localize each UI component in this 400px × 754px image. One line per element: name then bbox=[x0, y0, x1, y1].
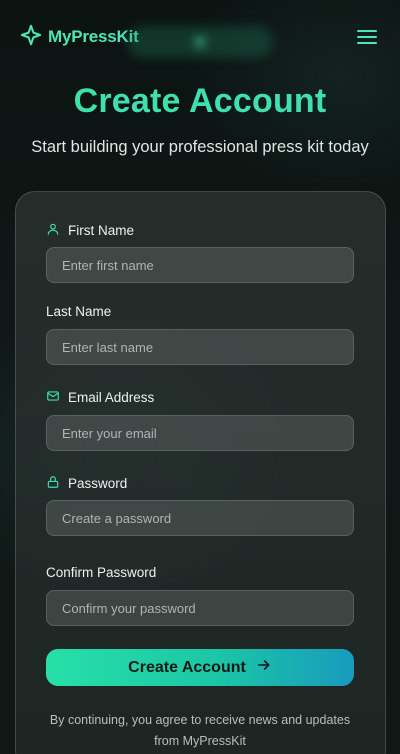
page-subtitle: Start building your professional press k… bbox=[31, 138, 369, 156]
brand-name: MyPressKit bbox=[48, 27, 139, 46]
email-label: Email Address bbox=[46, 388, 154, 406]
badge-icon bbox=[195, 37, 205, 47]
confirm-password-label: Confirm Password bbox=[46, 563, 156, 581]
first-name-label-text: First Name bbox=[68, 222, 135, 238]
lock-icon bbox=[46, 475, 60, 492]
user-icon bbox=[46, 222, 60, 239]
brand-logo[interactable]: MyPressKit bbox=[20, 24, 139, 51]
app-header: MyPressKit bbox=[0, 0, 400, 76]
email-label-text: Email Address bbox=[68, 389, 155, 405]
password-label-text: Password bbox=[68, 475, 128, 491]
arrow-right-icon bbox=[256, 657, 272, 678]
last-name-input[interactable] bbox=[46, 329, 354, 365]
first-name-input[interactable] bbox=[46, 247, 354, 283]
last-name-label: Last Name bbox=[46, 302, 111, 320]
terms-notice: By continuing, you agree to receive news… bbox=[49, 713, 351, 748]
confirm-password-label-text: Confirm Password bbox=[46, 564, 157, 580]
sparkle-logo-icon bbox=[20, 24, 42, 51]
password-input[interactable] bbox=[46, 500, 354, 536]
password-label: Password bbox=[46, 474, 127, 492]
mail-icon bbox=[46, 389, 60, 406]
last-name-label-text: Last Name bbox=[46, 303, 112, 319]
create-account-button[interactable]: Create Account bbox=[46, 649, 354, 686]
first-name-label: First Name bbox=[46, 221, 134, 239]
confirm-password-input[interactable] bbox=[46, 590, 354, 626]
blurred-header-badge bbox=[127, 26, 273, 58]
hamburger-menu-icon[interactable] bbox=[356, 28, 378, 46]
email-input[interactable] bbox=[46, 415, 354, 451]
create-account-button-label: Create Account bbox=[128, 658, 246, 676]
page-title: Create Account bbox=[73, 82, 327, 120]
